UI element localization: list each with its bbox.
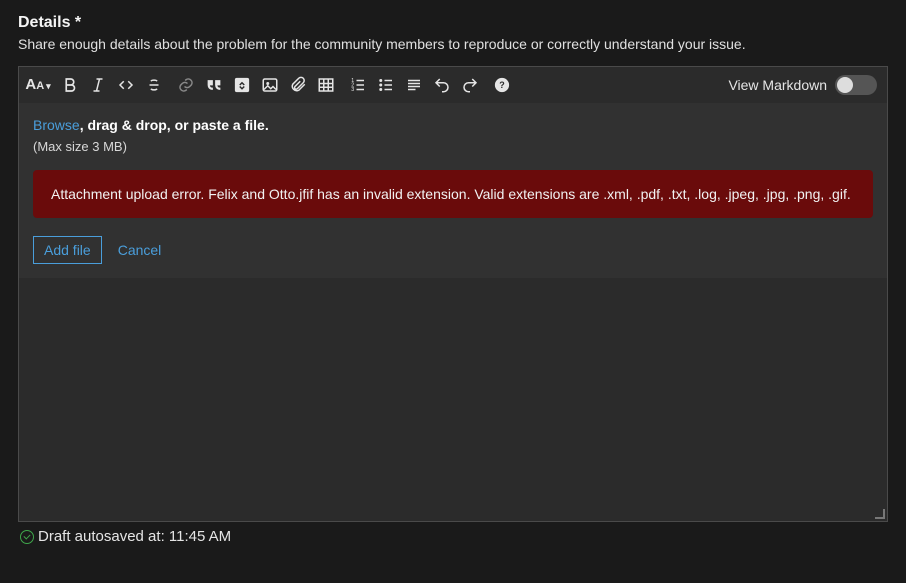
upload-error-message: Attachment upload error. Felix and Otto.… — [33, 170, 873, 218]
editor-toolbar: AA▾ 123 — [19, 67, 887, 103]
link-icon[interactable] — [177, 76, 195, 94]
dropzone-instruction: Browse, drag & drop, or paste a file. — [33, 117, 873, 133]
svg-text:?: ? — [499, 80, 505, 90]
view-markdown-toggle[interactable] — [835, 75, 877, 95]
bold-icon[interactable] — [61, 76, 79, 94]
svg-text:3: 3 — [351, 87, 354, 93]
paragraph-icon[interactable] — [405, 76, 423, 94]
max-size-text: (Max size 3 MB) — [33, 139, 873, 154]
section-description: Share enough details about the problem f… — [18, 36, 888, 52]
strikethrough-icon[interactable] — [145, 76, 163, 94]
autosave-text: Draft autosaved at: 11:45 AM — [38, 528, 231, 545]
view-markdown-label: View Markdown — [728, 77, 827, 93]
expand-icon[interactable] — [233, 76, 251, 94]
dropzone-rest-text: , drag & drop, or paste a file. — [80, 117, 269, 133]
section-title: Details * — [18, 14, 888, 32]
attachment-icon[interactable] — [289, 76, 307, 94]
image-icon[interactable] — [261, 76, 279, 94]
quote-icon[interactable] — [205, 76, 223, 94]
italic-icon[interactable] — [89, 76, 107, 94]
details-textarea[interactable] — [19, 278, 887, 518]
undo-icon[interactable] — [433, 76, 451, 94]
editor-container: AA▾ 123 — [18, 66, 888, 522]
help-icon[interactable]: ? — [493, 76, 511, 94]
add-file-button[interactable]: Add file — [33, 236, 102, 264]
ordered-list-icon[interactable]: 123 — [349, 76, 367, 94]
redo-icon[interactable] — [461, 76, 479, 94]
autosave-status: Draft autosaved at: 11:45 AM — [18, 528, 888, 545]
unordered-list-icon[interactable] — [377, 76, 395, 94]
code-icon[interactable] — [117, 76, 135, 94]
table-icon[interactable] — [317, 76, 335, 94]
file-dropzone[interactable]: Browse, drag & drop, or paste a file. (M… — [19, 103, 887, 278]
browse-link[interactable]: Browse — [33, 117, 80, 133]
resize-handle-icon[interactable] — [873, 507, 885, 519]
cancel-link[interactable]: Cancel — [118, 242, 162, 258]
check-circle-icon — [20, 530, 34, 544]
font-size-icon[interactable]: AA▾ — [29, 76, 47, 94]
